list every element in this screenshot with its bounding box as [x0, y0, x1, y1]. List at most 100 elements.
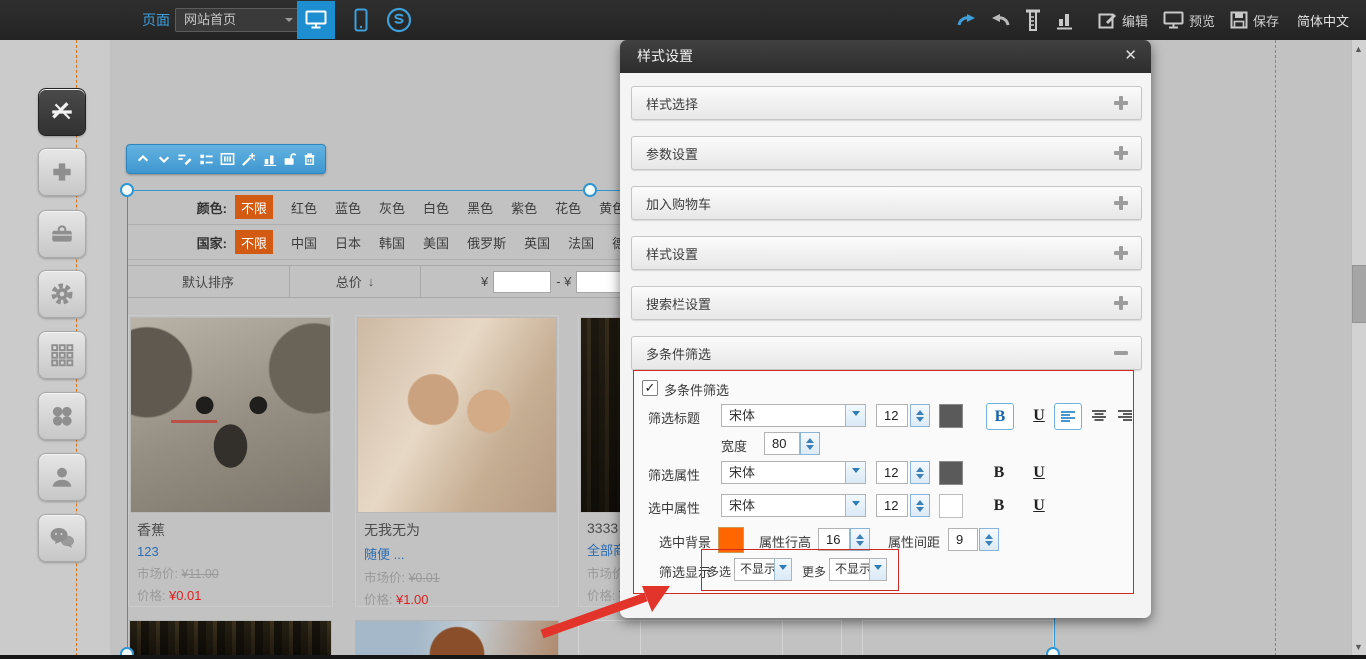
bold-button-active[interactable]: B	[986, 403, 1014, 430]
filter-title-color-swatch[interactable]	[939, 404, 963, 428]
scrollbar-thumb[interactable]	[1352, 265, 1366, 323]
move-down-icon[interactable]	[157, 152, 171, 166]
filter-attr-size-input[interactable]: 12	[876, 461, 908, 484]
filter-title-size-spinner[interactable]	[910, 404, 930, 427]
multi-filter-checkbox[interactable]: ✓	[642, 380, 658, 396]
chevron-down-icon[interactable]	[845, 405, 865, 426]
stats-button[interactable]	[1056, 0, 1074, 40]
width-spinner[interactable]	[800, 432, 820, 455]
bold-button[interactable]: B	[986, 493, 1012, 518]
scroll-down-arrow[interactable]: ▼	[1351, 640, 1366, 654]
plus-icon[interactable]	[1113, 145, 1129, 161]
align-center-button[interactable]	[1086, 403, 1112, 428]
accordion-multi-filter[interactable]: 多条件筛选	[631, 336, 1142, 370]
link-settings-button[interactable]	[380, 1, 418, 39]
language-switch[interactable]: 简体中文	[1297, 0, 1349, 40]
align-left-icon	[1060, 410, 1076, 424]
sidebar-item-settings[interactable]	[38, 270, 86, 318]
selected-attr-color-swatch[interactable]	[939, 494, 963, 518]
more-dropdown[interactable]: 不显示	[829, 558, 887, 581]
preview-label: 预览	[1189, 11, 1215, 30]
sidebar-item-design-tools[interactable]	[38, 88, 86, 136]
filter-title-size-input[interactable]: 12	[876, 404, 908, 427]
stats-icon[interactable]	[263, 152, 277, 166]
accordion-search-bar[interactable]: 搜索栏设置	[631, 286, 1142, 320]
selected-attr-font-select[interactable]: 宋体	[721, 494, 866, 517]
filter-attr-font-select[interactable]: 宋体	[721, 461, 866, 484]
accordion-add-to-cart[interactable]: 加入购物车	[631, 186, 1142, 220]
mobile-view-button[interactable]	[342, 1, 380, 39]
list-style-icon[interactable]	[199, 152, 214, 166]
sidebar-item-toolbox[interactable]	[38, 210, 86, 258]
page-label: 页面	[142, 0, 170, 40]
gear-icon	[48, 280, 76, 308]
sidebar-item-wechat[interactable]	[38, 514, 86, 562]
attr-line-height-spinner[interactable]	[850, 528, 870, 551]
scroll-up-arrow[interactable]: ▲	[1351, 42, 1366, 56]
page-scrollbar[interactable]	[1351, 40, 1366, 655]
edit-button[interactable]: 编辑	[1098, 0, 1148, 40]
edit-content-icon[interactable]	[177, 152, 192, 166]
attr-spacing-input[interactable]: 9	[948, 528, 978, 551]
width-input[interactable]: 80	[764, 432, 800, 455]
accordion-parameters[interactable]: 参数设置	[631, 136, 1142, 170]
attr-spacing-spinner[interactable]	[979, 528, 999, 551]
chevron-down-icon[interactable]	[845, 462, 865, 483]
sidebar-item-members[interactable]	[38, 453, 86, 501]
accordion-label: 样式设置	[646, 244, 698, 263]
sidebar-item-add-module[interactable]	[38, 148, 86, 196]
magic-wand-icon[interactable]	[241, 152, 256, 167]
sidebar-item-apps-grid[interactable]	[38, 331, 86, 379]
underline-button[interactable]: U	[1026, 493, 1052, 518]
font-select-value: 宋体	[729, 498, 755, 513]
top-toolbar: 页面 网站首页	[0, 0, 1366, 40]
accordion-style-select[interactable]: 样式选择	[631, 86, 1142, 120]
filter-title-font-select[interactable]: 宋体	[721, 404, 866, 427]
bold-button[interactable]: B	[986, 460, 1012, 485]
desktop-view-button[interactable]	[297, 1, 335, 39]
accordion-label: 多条件筛选	[646, 344, 711, 363]
undo-button[interactable]	[955, 0, 977, 40]
multi-select-dropdown[interactable]: 不显示	[734, 558, 792, 581]
minus-icon[interactable]	[1113, 345, 1129, 361]
accordion-label: 样式选择	[646, 94, 698, 113]
selection-handle-top-left[interactable]	[120, 183, 134, 197]
underline-button[interactable]: U	[1026, 403, 1052, 428]
chevron-down-icon[interactable]	[845, 495, 865, 516]
website-builder-app: 页面 网站首页	[0, 0, 1366, 659]
mobile-phone-icon	[354, 8, 368, 32]
chevron-down-icon[interactable]	[774, 559, 791, 580]
align-right-button[interactable]	[1112, 403, 1138, 428]
close-icon[interactable]: ✕	[1124, 48, 1137, 64]
page-select[interactable]: 网站首页	[175, 8, 299, 32]
lock-open-icon[interactable]	[283, 152, 296, 166]
chevron-down-icon[interactable]	[869, 559, 886, 580]
panel-header[interactable]: 样式设置 ✕	[620, 40, 1151, 73]
attr-line-height-input[interactable]: 16	[818, 528, 850, 551]
selected-attr-size-spinner[interactable]	[910, 494, 930, 517]
sidebar-item-widgets[interactable]	[38, 392, 86, 440]
filter-attr-color-swatch[interactable]	[939, 461, 963, 485]
grid-apps-icon	[49, 342, 75, 368]
align-center-icon	[1091, 409, 1107, 423]
plus-icon[interactable]	[1113, 295, 1129, 311]
redo-button[interactable]	[990, 0, 1012, 40]
plus-icon[interactable]	[1113, 95, 1129, 111]
selection-handle-top-middle[interactable]	[583, 183, 597, 197]
sliders-icon[interactable]	[220, 152, 235, 166]
preview-button[interactable]: 预览	[1163, 0, 1215, 40]
plus-icon[interactable]	[1113, 245, 1129, 261]
trash-icon[interactable]	[303, 152, 316, 166]
selected-attr-size-input[interactable]: 12	[876, 494, 908, 517]
underline-button[interactable]: U	[1026, 460, 1052, 485]
font-select-value: 宋体	[729, 465, 755, 480]
ruler-button[interactable]	[1024, 0, 1042, 40]
save-button[interactable]: 保存	[1230, 0, 1279, 40]
move-up-icon[interactable]	[136, 152, 150, 166]
plus-icon[interactable]	[1113, 195, 1129, 211]
accordion-style-settings[interactable]: 样式设置	[631, 236, 1142, 270]
multi-filter-enable-label: 多条件筛选	[664, 380, 729, 399]
filter-attr-size-spinner[interactable]	[910, 461, 930, 484]
filter-title-label: 筛选标题	[648, 408, 700, 427]
align-left-button-active[interactable]	[1054, 403, 1082, 430]
